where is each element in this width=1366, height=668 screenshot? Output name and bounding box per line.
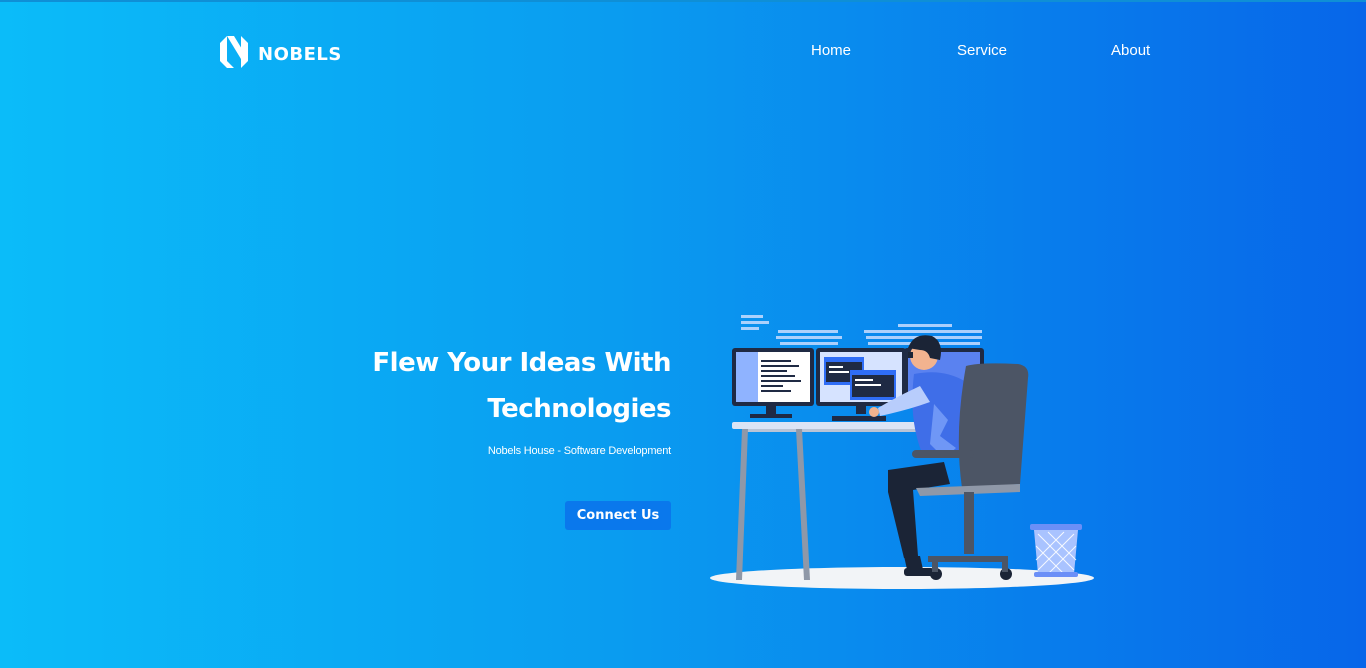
hero-title-line-1: Flew Your Ideas With [372,348,671,378]
hero-section: Flew Your Ideas With Technologies Nobels… [341,340,671,457]
main-nav: Home Service About [0,42,1366,64]
developer-at-desk-illustration [708,312,1100,594]
connect-us-button[interactable]: Connect Us [565,501,671,530]
nav-about-link[interactable]: About [1111,42,1150,59]
hero-title: Flew Your Ideas With Technologies [341,340,671,432]
nav-home-link[interactable]: Home [811,42,851,59]
hero-title-line-2: Technologies [487,394,671,424]
top-border [0,0,1366,2]
nav-service-link[interactable]: Service [957,42,1007,59]
hero-subtitle: Nobels House - Software Development [487,445,671,457]
